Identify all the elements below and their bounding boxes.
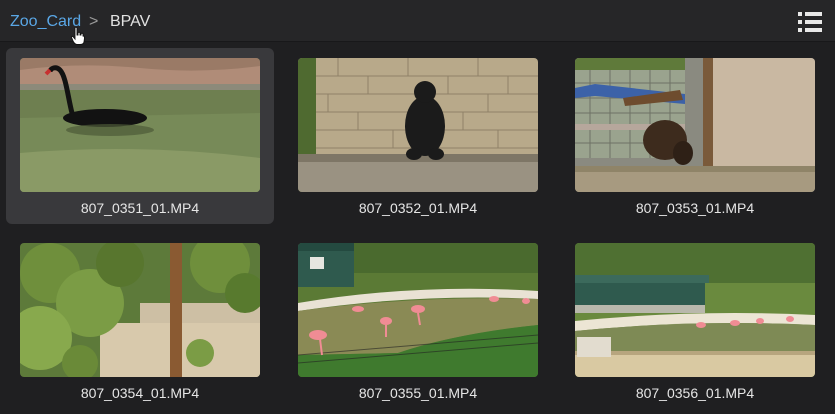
hand-cursor-icon [71,27,85,45]
breadcrumb-separator: > [89,13,99,30]
clip-thumbnail[interactable] [20,243,260,377]
clip-filename: 807_0355_01.MP4 [358,385,478,401]
thumbnail-bison [575,58,815,192]
clip-thumbnail[interactable] [20,58,260,192]
thumbnail-trees [20,243,260,377]
clip-tile[interactable]: 807_0355_01.MP4 [284,233,552,409]
clip-thumbnail[interactable] [575,243,815,377]
thumbnail-black-swan [20,58,260,192]
clip-tile[interactable]: 807_0352_01.MP4 [284,48,552,224]
clip-tile[interactable]: 807_0354_01.MP4 [6,233,274,409]
clip-thumbnail[interactable] [575,58,815,192]
media-browser: Zoo_Card > BPAV 807_0351_01.MP4 807_0352… [0,0,835,414]
thumbnail-flamingo-pond [575,243,815,377]
clip-tile[interactable]: 807_0353_01.MP4 [561,48,829,224]
list-view-icon[interactable] [798,11,822,33]
clip-filename: 807_0351_01.MP4 [80,200,200,216]
clip-filename: 807_0352_01.MP4 [358,200,478,216]
breadcrumb-current: BPAV [110,13,151,30]
thumbnail-bear [298,58,538,192]
top-bar: Zoo_Card > BPAV [0,0,835,42]
thumbnail-flamingos [298,243,538,377]
clip-thumbnail[interactable] [298,243,538,377]
clip-tile[interactable]: 807_0356_01.MP4 [561,233,829,409]
clip-thumbnail[interactable] [298,58,538,192]
clip-tile[interactable]: 807_0351_01.MP4 [6,48,274,224]
clip-filename: 807_0354_01.MP4 [80,385,200,401]
clip-filename: 807_0356_01.MP4 [635,385,755,401]
clip-filename: 807_0353_01.MP4 [635,200,755,216]
